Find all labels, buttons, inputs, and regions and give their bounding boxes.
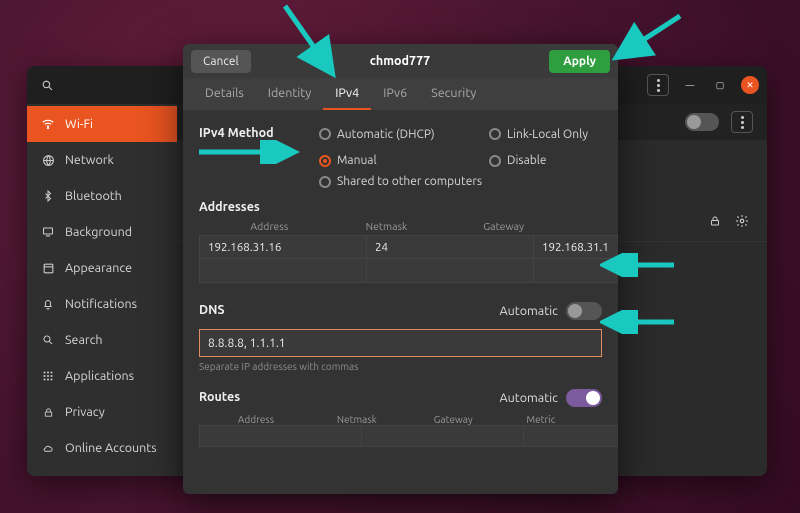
radio-label: Shared to other computers — [337, 175, 482, 188]
sidebar-label: Notifications — [65, 297, 137, 311]
sidebar-item-bluetooth[interactable]: Bluetooth — [27, 178, 177, 214]
tab-ipv4[interactable]: IPv4 — [323, 78, 371, 110]
lock-icon — [709, 214, 721, 228]
routes-auto-toggle[interactable] — [566, 389, 602, 407]
appearance-icon — [41, 261, 55, 275]
col-netmask: Netmask — [313, 414, 401, 425]
sidebar-label: Search — [65, 333, 103, 347]
col-address: Address — [199, 414, 313, 425]
maximize-button[interactable]: ▢ — [711, 76, 729, 94]
bell-icon — [41, 297, 55, 311]
sidebar-item-online-accounts[interactable]: Online Accounts — [27, 430, 177, 466]
method-title: IPv4 Method — [199, 126, 319, 140]
apply-button[interactable]: Apply — [549, 50, 610, 73]
dialog-tabs: Details Identity IPv4 IPv6 Security — [183, 78, 618, 110]
dns-title: DNS — [199, 303, 225, 317]
route-gateway-input[interactable] — [524, 425, 618, 447]
col-gateway: Gateway — [401, 414, 506, 425]
col-gateway: Gateway — [435, 220, 572, 232]
network-dialog: Cancel chmod777 Apply Details Identity I… — [183, 44, 618, 494]
address-row — [199, 259, 602, 283]
address-input[interactable] — [199, 235, 367, 259]
sidebar-item-search[interactable]: Search — [27, 322, 177, 358]
grid-icon — [41, 369, 55, 383]
tab-security[interactable]: Security — [419, 78, 488, 110]
wifi-toggle[interactable] — [685, 113, 719, 131]
close-button[interactable]: ✕ — [741, 76, 759, 94]
sidebar-item-notifications[interactable]: Notifications — [27, 286, 177, 322]
search-icon[interactable] — [35, 79, 60, 92]
ipv4-method-section: IPv4 Method Automatic (DHCP) Link-Local … — [199, 122, 602, 188]
routes-title: Routes — [199, 390, 240, 404]
lock-icon — [41, 405, 55, 419]
dialog-header: Cancel chmod777 Apply — [183, 44, 618, 78]
sidebar-item-privacy[interactable]: Privacy — [27, 394, 177, 430]
radio-link[interactable]: Link-Local Only — [489, 128, 618, 141]
radio-auto[interactable]: Automatic (DHCP) — [319, 128, 489, 141]
gateway-input[interactable] — [534, 259, 618, 283]
sidebar-label: Appearance — [65, 261, 132, 275]
annotation-arrow — [610, 10, 690, 65]
dns-input[interactable] — [199, 329, 602, 357]
radio-label: Manual — [337, 154, 377, 167]
dns-section-header: DNS Automatic — [199, 299, 602, 323]
cancel-button[interactable]: Cancel — [191, 50, 251, 73]
col-netmask: Netmask — [338, 220, 436, 232]
sidebar-item-appearance[interactable]: Appearance — [27, 250, 177, 286]
col-metric: Metric — [506, 414, 576, 425]
radio-shared[interactable]: Shared to other computers — [319, 175, 618, 188]
dns-hint: Separate IP addresses with commas — [199, 361, 602, 372]
radio-manual[interactable]: Manual — [319, 154, 489, 167]
dns-auto-label: Automatic — [500, 304, 558, 318]
sidebar-label: Wi-Fi — [65, 117, 93, 131]
routes-auto-label: Automatic — [500, 391, 558, 405]
netmask-input[interactable] — [367, 259, 534, 283]
tab-details[interactable]: Details — [193, 78, 256, 110]
search-icon — [41, 333, 55, 347]
sidebar-label: Applications — [65, 369, 134, 383]
wifi-icon — [41, 117, 55, 131]
sidebar-item-network[interactable]: Network — [27, 142, 177, 178]
route-address-input[interactable] — [199, 425, 362, 447]
more-button[interactable] — [731, 111, 753, 133]
routes-row — [199, 425, 602, 447]
sidebar-label: Privacy — [65, 405, 105, 419]
globe-icon — [41, 153, 55, 167]
display-icon — [41, 225, 55, 239]
address-row — [199, 235, 602, 259]
sidebar-item-applications[interactable]: Applications — [27, 358, 177, 394]
route-netmask-input[interactable] — [362, 425, 524, 447]
addresses-table: Address Netmask Gateway — [199, 220, 602, 283]
dialog-title: chmod777 — [251, 54, 550, 68]
radio-disable[interactable]: Disable — [489, 154, 618, 167]
radio-label: Automatic (DHCP) — [337, 128, 435, 141]
tab-identity[interactable]: Identity — [256, 78, 323, 110]
tab-ipv6[interactable]: IPv6 — [371, 78, 419, 110]
routes-section-header: Routes Automatic — [199, 386, 602, 410]
sidebar-item-background[interactable]: Background — [27, 214, 177, 250]
radio-label: Link-Local Only — [507, 128, 588, 141]
sidebar-label: Online Accounts — [65, 441, 157, 455]
cloud-icon — [41, 441, 55, 455]
address-input[interactable] — [199, 259, 367, 283]
bluetooth-icon — [41, 189, 55, 203]
col-address: Address — [201, 220, 338, 232]
sidebar-label: Bluetooth — [65, 189, 122, 203]
radio-label: Disable — [507, 154, 547, 167]
sidebar-label: Network — [65, 153, 114, 167]
sidebar-item-wifi[interactable]: Wi-Fi — [27, 106, 177, 142]
addresses-title: Addresses — [199, 200, 602, 214]
gateway-input[interactable] — [534, 235, 618, 259]
window-controls: — ▢ ✕ — [647, 74, 759, 96]
menu-button[interactable] — [647, 74, 669, 96]
gear-icon[interactable] — [735, 214, 749, 228]
sidebar-label: Background — [65, 225, 132, 239]
netmask-input[interactable] — [367, 235, 534, 259]
dialog-body: IPv4 Method Automatic (DHCP) Link-Local … — [183, 110, 618, 494]
dns-auto-toggle[interactable] — [566, 302, 602, 320]
settings-sidebar: Wi-Fi Network Bluetooth Background Appea… — [27, 104, 177, 476]
minimize-button[interactable]: — — [681, 76, 699, 94]
